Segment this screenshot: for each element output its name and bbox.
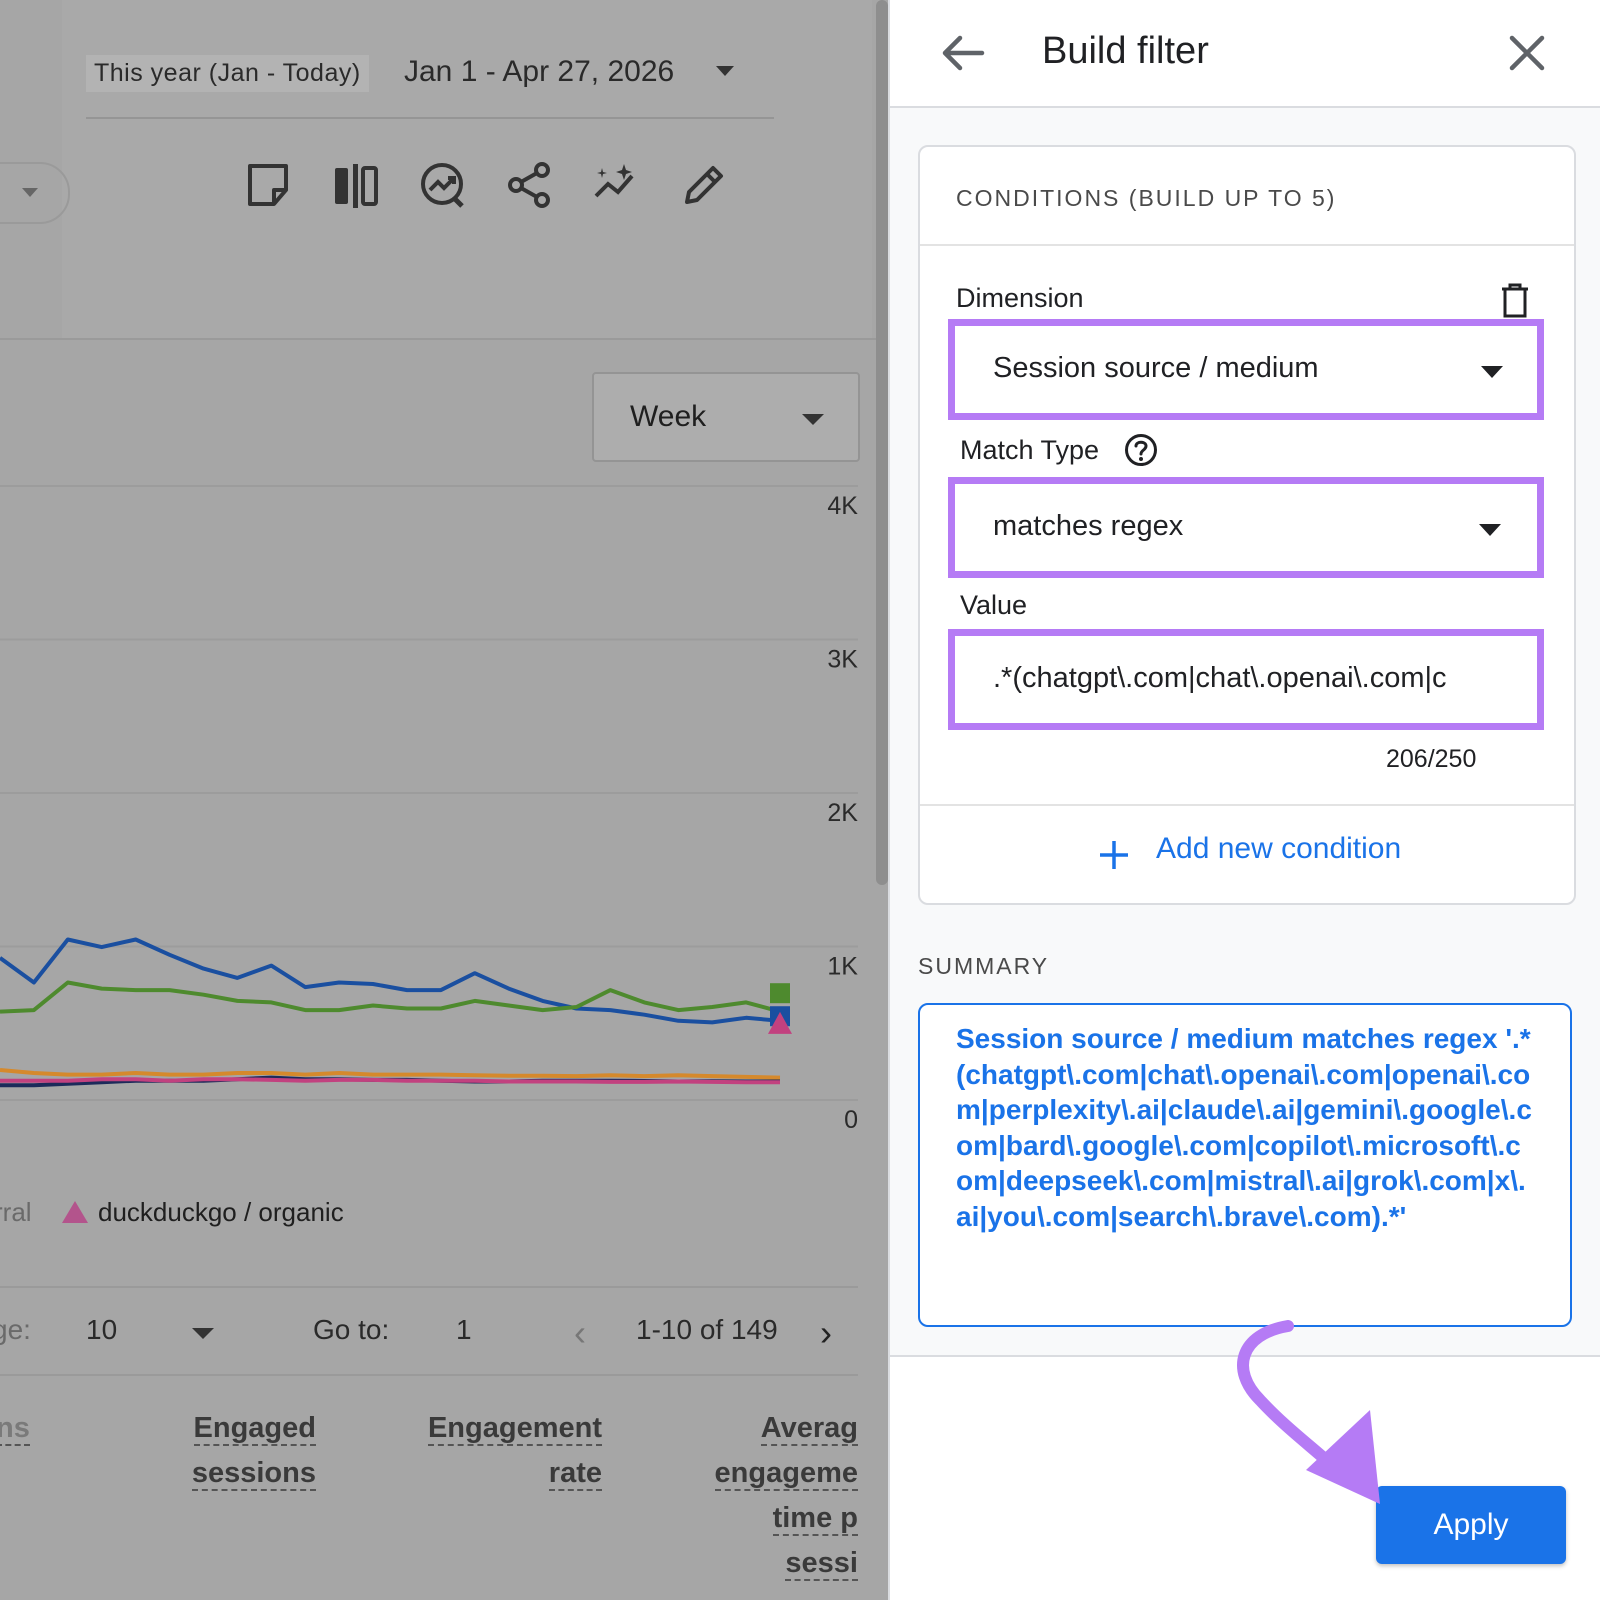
- insights-icon[interactable]: [418, 160, 468, 210]
- panel-title: Build filter: [1042, 30, 1209, 72]
- y-tick-label: 3K: [827, 646, 858, 674]
- y-tick-label: 2K: [827, 799, 858, 827]
- granularity-select[interactable]: Week: [592, 372, 860, 462]
- column-header-line: Engagement: [427, 1412, 602, 1446]
- legend-triangle-marker: [62, 1201, 88, 1223]
- y-tick-label: 0: [844, 1106, 858, 1130]
- legend-item-fragment: rral: [0, 1197, 32, 1227]
- add-new-condition-button[interactable]: Add new condition: [1156, 832, 1401, 866]
- rows-per-page-value[interactable]: 10: [86, 1314, 117, 1346]
- date-underline: [86, 117, 774, 119]
- match-type-select-value: matches regex: [993, 510, 1184, 542]
- dimension-dropdown-icon: [1481, 366, 1503, 378]
- compare-icon[interactable]: [331, 160, 381, 210]
- column-header-line: rate: [548, 1457, 602, 1491]
- y-tick-label: 1K: [827, 953, 858, 981]
- column-header-engaged-sessions[interactable]: Engaged sessions: [190, 1406, 316, 1496]
- match-type-label: Match Type: [960, 435, 1100, 465]
- legend-divider: [0, 1286, 858, 1288]
- dimension-select[interactable]: Session source / medium: [948, 319, 1544, 420]
- chart-end-marker-0: [770, 983, 790, 1004]
- column-header-line: Engaged: [193, 1412, 316, 1446]
- header-divider: [0, 338, 876, 340]
- annotation-arrow-icon: [1237, 1320, 1380, 1504]
- help-icon[interactable]: [1124, 433, 1158, 467]
- match-type-dropdown-icon: [1479, 524, 1501, 536]
- date-dropdown-icon[interactable]: [716, 66, 734, 76]
- close-icon[interactable]: [1504, 30, 1550, 76]
- pill-chevron-icon[interactable]: [22, 188, 38, 197]
- trash-icon[interactable]: [1500, 283, 1530, 319]
- add-condition-divider: [920, 804, 1574, 806]
- conditions-title: CONDITIONS (BUILD UP TO 5): [956, 185, 1337, 211]
- legend-item-label[interactable]: duckduckgo / organic: [98, 1197, 344, 1228]
- pagination-divider: [0, 1374, 858, 1376]
- chevron-right-icon[interactable]: ›: [820, 1312, 832, 1354]
- dimension-label: Dimension: [956, 283, 1084, 313]
- value-character-counter: 206/250: [1386, 745, 1477, 773]
- note-icon[interactable]: [244, 160, 294, 210]
- match-type-select[interactable]: matches regex: [948, 477, 1544, 578]
- column-header-line: sessi: [785, 1547, 858, 1581]
- column-header-line: time p: [772, 1502, 858, 1536]
- column-header-line: ns: [0, 1412, 30, 1446]
- column-header-line: Averag: [760, 1412, 858, 1446]
- goto-input[interactable]: 1: [456, 1314, 472, 1346]
- summary-box: Session source / medium matches regex '.…: [918, 1003, 1572, 1327]
- pagination-range: 1-10 of 149: [636, 1314, 778, 1345]
- dimension-select-value: Session source / medium: [993, 352, 1319, 384]
- rows-dropdown-icon[interactable]: [192, 1328, 214, 1339]
- granularity-dropdown-icon: [802, 414, 824, 425]
- edit-icon[interactable]: [679, 160, 729, 210]
- column-header-average-engagement-time[interactable]: Averag engageme time p sessi: [690, 1406, 858, 1586]
- sessions-line-chart: 4K 3K 2K 1K 0: [0, 485, 858, 1130]
- date-range-label[interactable]: Jan 1 - Apr 27, 2026: [404, 55, 674, 89]
- column-header-engagement-rate[interactable]: Engagement rate: [420, 1406, 602, 1496]
- report-area: This year (Jan - Today) Jan 1 - Apr 27, …: [0, 0, 888, 1600]
- sparkle-icon[interactable]: [592, 160, 642, 210]
- y-tick-label: 4K: [827, 492, 858, 520]
- value-input-text: .*(chatgpt\.com|chat\.openai\.com|c: [993, 662, 1447, 694]
- value-input[interactable]: .*(chatgpt\.com|chat\.openai\.com|c: [948, 629, 1544, 730]
- arrow-back-icon[interactable]: [938, 28, 988, 78]
- chevron-left-icon[interactable]: ‹: [574, 1312, 586, 1354]
- column-header-line: sessions: [191, 1457, 316, 1491]
- summary-title: SUMMARY: [918, 953, 1050, 979]
- share-icon[interactable]: [505, 160, 555, 210]
- column-header-line: engageme: [714, 1457, 858, 1491]
- conditions-divider: [920, 244, 1574, 246]
- date-preset-chip[interactable]: This year (Jan - Today): [86, 55, 369, 92]
- chart-series-line-0: [0, 937, 781, 1025]
- summary-text: Session source / medium matches regex '.…: [956, 1023, 1532, 1232]
- plus-icon[interactable]: [1098, 839, 1130, 871]
- goto-label: Go to:: [313, 1314, 390, 1345]
- rows-per-page-label-fragment: ge:: [0, 1314, 31, 1345]
- value-label: Value: [960, 590, 1028, 620]
- table-pagination: ge: 10 Go to: 1 ‹ 1-10 of 149 ›: [0, 1300, 888, 1360]
- panel-header: Build filter: [890, 0, 1600, 108]
- conditions-card: CONDITIONS (BUILD UP TO 5) Dimension Ses…: [918, 145, 1576, 905]
- column-header-fragment[interactable]: ns: [0, 1406, 30, 1451]
- granularity-label: Week: [630, 400, 707, 433]
- chart-series-line-2: [0, 1068, 781, 1080]
